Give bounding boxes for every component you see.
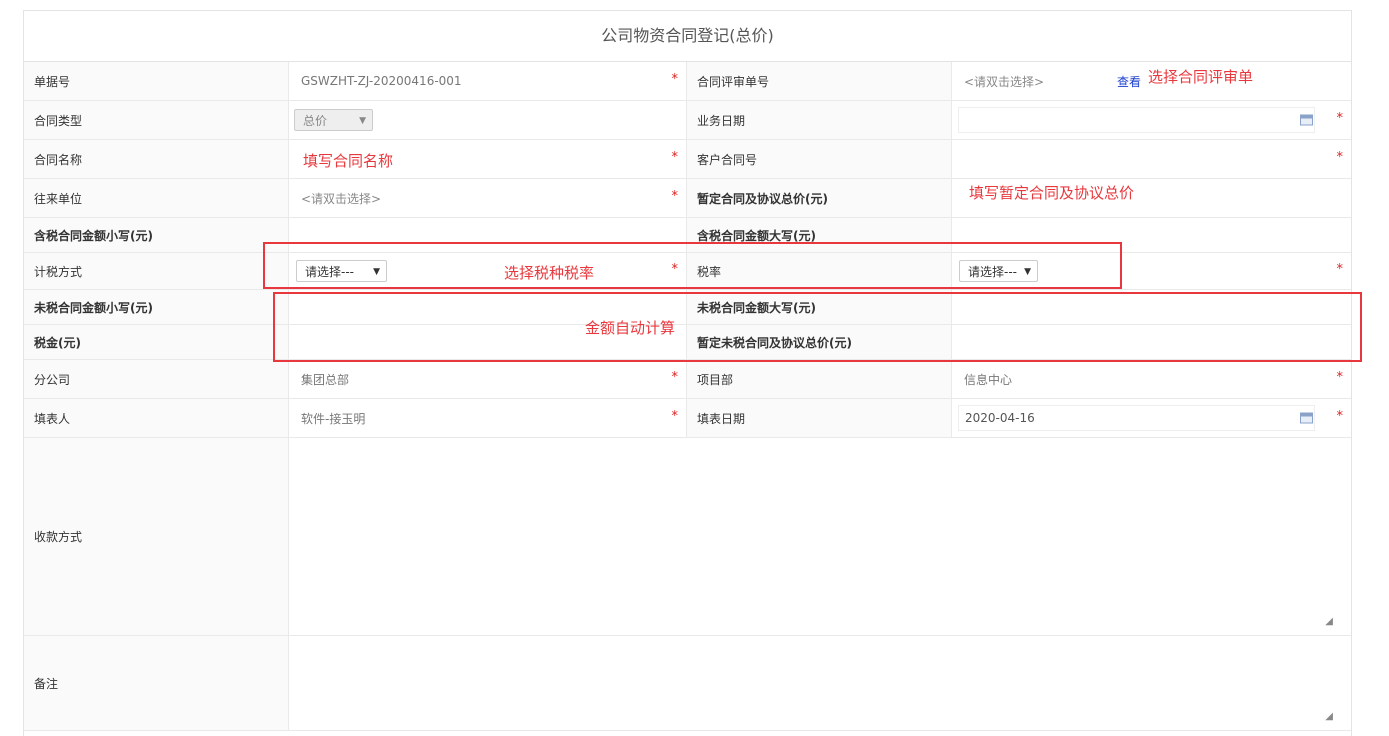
- dropdown-arrow-icon: ▼: [359, 116, 366, 126]
- label-branch: 分公司: [24, 360, 289, 398]
- doc-no-text: GSWZHT-ZJ-20200416-001: [301, 74, 462, 88]
- calendar-icon[interactable]: [1300, 412, 1313, 424]
- review-no-placeholder: <请双击选择>: [964, 74, 1045, 89]
- required-mark: *: [671, 72, 679, 87]
- resize-handle-icon[interactable]: ◢: [1325, 711, 1333, 722]
- fill-date-input[interactable]: 2020-04-16: [958, 405, 1315, 431]
- payment-method-area[interactable]: ◢: [289, 438, 1335, 627]
- payment-method-textarea[interactable]: ◢: [289, 438, 1351, 635]
- annotation-fill-total: 填写暂定合同及协议总价: [969, 184, 1135, 202]
- contract-type-select[interactable]: 总价 ▼: [294, 109, 373, 131]
- label-payment-method: 收款方式: [24, 438, 289, 635]
- value-business-date: *: [952, 101, 1351, 139]
- label-project-dept: 项目部: [687, 360, 952, 398]
- highlight-box-amounts: [273, 292, 1362, 362]
- contract-form: 公司物资合同登记(总价) 单据号 GSWZHT-ZJ-20200416-001 …: [23, 10, 1352, 736]
- remarks-area[interactable]: ◢: [289, 636, 1335, 722]
- required-mark: *: [1336, 370, 1344, 385]
- required-mark: *: [671, 409, 679, 424]
- contract-type-selected: 总价: [303, 114, 328, 128]
- row-filler: 填表人 软件-接玉明 * 填表日期 2020-04-16 *: [24, 399, 1351, 438]
- required-mark: *: [671, 150, 679, 165]
- label-customer-contract-no: 客户合同号: [687, 140, 952, 178]
- required-mark: *: [1336, 262, 1344, 277]
- label-review-no: 合同评审单号: [687, 62, 952, 100]
- row-contract-type: 合同类型 总价 ▼ 业务日期 *: [24, 101, 1351, 140]
- label-fill-date: 填表日期: [687, 399, 952, 437]
- project-dept-text: 信息中心: [964, 372, 1013, 387]
- label-contract-name: 合同名称: [24, 140, 289, 178]
- required-mark: *: [1336, 409, 1344, 424]
- required-mark: *: [1336, 111, 1344, 126]
- partner-field[interactable]: <请双击选择> *: [289, 179, 687, 217]
- label-business-date: 业务日期: [687, 101, 952, 139]
- value-doc-no: GSWZHT-ZJ-20200416-001 *: [289, 62, 687, 100]
- filler-text: 软件-接玉明: [301, 411, 366, 426]
- label-pre-tax-lower: 未税合同金额小写(元): [24, 290, 289, 324]
- row-payment-method: 收款方式 ◢: [24, 438, 1351, 636]
- branch-text: 集团总部: [301, 372, 350, 387]
- form-title: 公司物资合同登记(总价): [24, 11, 1351, 62]
- label-contract-type: 合同类型: [24, 101, 289, 139]
- customer-contract-no-input[interactable]: *: [952, 140, 1351, 178]
- label-filler: 填表人: [24, 399, 289, 437]
- partner-placeholder: <请双击选择>: [301, 191, 382, 206]
- branch-value[interactable]: 集团总部 *: [289, 360, 687, 398]
- label-tax: 税金(元): [24, 325, 289, 359]
- row-remarks: 备注 ◢: [24, 636, 1351, 731]
- required-mark: *: [671, 370, 679, 385]
- required-mark: *: [1336, 150, 1344, 165]
- row-contract-name: 合同名称 * 客户合同号 *: [24, 140, 1351, 179]
- row-branch: 分公司 集团总部 * 项目部 信息中心 *: [24, 360, 1351, 399]
- value-contract-type: 总价 ▼: [289, 101, 687, 139]
- remarks-textarea[interactable]: ◢: [289, 636, 1351, 730]
- label-tax-method: 计税方式: [24, 253, 289, 289]
- filler-value: 软件-接玉明 *: [289, 399, 687, 437]
- value-fill-date: 2020-04-16 *: [952, 399, 1351, 437]
- calendar-icon[interactable]: [1300, 114, 1313, 126]
- required-mark: *: [671, 189, 679, 204]
- project-dept-value[interactable]: 信息中心 *: [952, 360, 1351, 398]
- label-partner: 往来单位: [24, 179, 289, 217]
- highlight-box-tax: [263, 242, 1122, 289]
- annotation-fill-name: 填写合同名称: [303, 152, 394, 170]
- label-tax-incl-lower: 含税合同金额小写(元): [24, 218, 289, 252]
- business-date-input[interactable]: [958, 107, 1315, 133]
- row-partner: 往来单位 <请双击选择> * 暂定合同及协议总价(元): [24, 179, 1351, 218]
- label-doc-no: 单据号: [24, 62, 289, 100]
- resize-handle-icon[interactable]: ◢: [1325, 616, 1333, 627]
- label-provisional-total: 暂定合同及协议总价(元): [687, 179, 952, 217]
- fill-date-text: 2020-04-16: [965, 411, 1035, 425]
- annotation-select-review: 选择合同评审单: [1148, 68, 1254, 86]
- label-remarks: 备注: [24, 636, 289, 730]
- view-link[interactable]: 查看: [1117, 73, 1141, 90]
